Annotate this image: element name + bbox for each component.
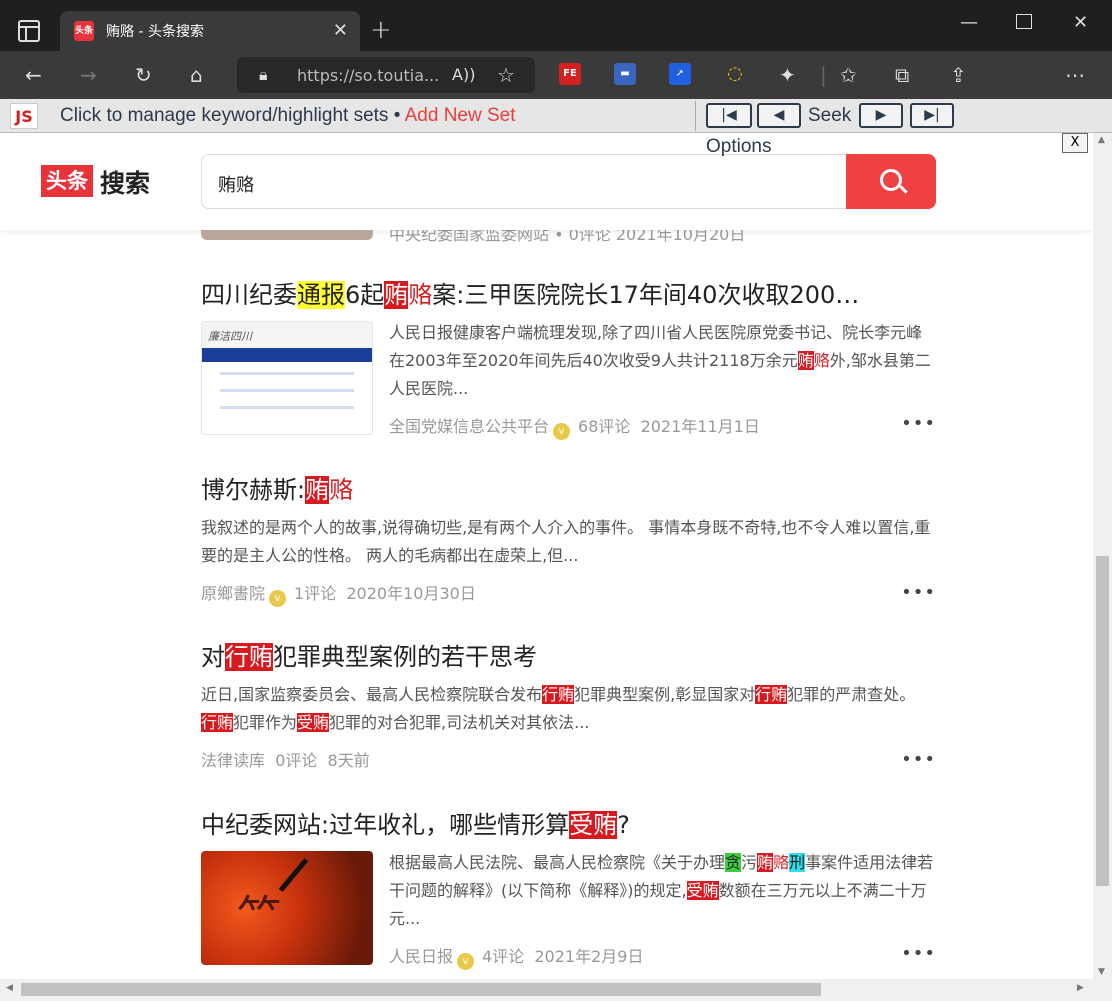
collections-icon[interactable]: ⧉ (895, 63, 909, 87)
scroll-thumb[interactable] (1096, 556, 1109, 886)
home-icon[interactable]: ⌂ (190, 63, 203, 87)
highlight-extension-bar: JS Click to manage keyword/highlight set… (0, 99, 1112, 133)
source-name[interactable]: 全国党媒信息公共平台 (389, 417, 549, 436)
address-bar[interactable]: 🔒︎ https://so.toutia... (237, 57, 535, 93)
seek-first-button[interactable]: |◀ (706, 103, 752, 128)
browser-toolbar: ← → ↻ ⌂ 🔒︎ https://so.toutia... A)) ☆ FE… (0, 51, 1112, 99)
manage-sets-label: Click to manage keyword/highlight sets • (60, 105, 405, 126)
result-meta: 法律读库 0评论 8天前 (201, 751, 370, 770)
menu-icon[interactable]: ⋯ (1065, 63, 1085, 87)
result-item[interactable]: 四川纪委通报6起贿赂案:三甲医院院长17年间40次收取200… 廉洁四川 人民日… (201, 279, 936, 440)
share-icon[interactable]: ⇪ (950, 63, 967, 87)
result-snippet: 我叙述的是两个人的故事,说得确切些,是有两个人介入的事件。 事情本身既不奇特,也… (201, 518, 931, 565)
favorite-add-icon[interactable]: ☆ (497, 63, 515, 87)
search-button[interactable] (846, 154, 936, 209)
options-link[interactable]: Options (706, 136, 771, 158)
result-item[interactable]: 博尔赫斯:贿赂 我叙述的是两个人的故事,说得确切些,是有两个人介入的事件。 事情… (201, 474, 936, 607)
source-name[interactable]: 原鄉書院 (201, 584, 265, 603)
logo-text: 搜索 (100, 169, 151, 198)
result-title[interactable]: 中纪委网站:过年收礼，哪些情形算受贿? (201, 809, 936, 841)
scroll-down-icon[interactable]: ▼ (1098, 967, 1105, 977)
toolbar-divider: | (820, 63, 827, 87)
minimize-icon[interactable]: — (960, 12, 978, 33)
result-meta: 全国党媒信息公共平台 v 68评论 2021年11月1日 (389, 413, 760, 440)
result-thumbnail[interactable]: 廉洁四川 (201, 321, 373, 435)
search-header: 头条 搜索 贿赂 (0, 133, 1093, 230)
seek-next-button[interactable]: ▶ (859, 103, 903, 128)
maximize-icon[interactable] (1016, 14, 1032, 29)
search-value: 贿赂 (218, 175, 254, 196)
source-name[interactable]: 人民日报 (389, 947, 453, 966)
result-snippet: 近日,国家监察委员会、最高人民检察院联合发布行贿犯罪典型案例,彰显国家对行贿犯罪… (201, 685, 916, 732)
result-snippet: 人民日报健康客户端梳理发现,除了四川省人民医院原党委书记、院长李元峰在2003年… (389, 323, 931, 398)
scroll-thumb[interactable] (21, 983, 821, 996)
back-icon[interactable]: ← (25, 63, 42, 87)
close-bar-button[interactable]: X (1062, 133, 1088, 153)
source-name[interactable]: 法律读库 (201, 751, 265, 770)
scroll-up-icon[interactable]: ▲ (1098, 135, 1105, 145)
more-icon[interactable]: ••• (901, 943, 936, 964)
result-item[interactable]: 中纪委网站:过年收礼，哪些情形算受贿? ⺮ 根据最高人民法院、最高人民检察院《关… (201, 809, 936, 970)
extension-icon[interactable]: ✦ (779, 63, 796, 87)
js-logo[interactable]: JS (10, 103, 38, 129)
seek-last-button[interactable]: ▶| (910, 103, 954, 128)
page-content: 头条 搜索 贿赂 中央纪委国家监委网站 • 0评论 2021年10月20日 四川… (0, 133, 1093, 979)
active-tab[interactable]: 头条 贿赂 - 头条搜索 ✕ (60, 11, 360, 51)
more-icon[interactable]: ••• (901, 413, 936, 434)
screen-extension-icon[interactable]: ▬ (614, 63, 636, 85)
result-title[interactable]: 博尔赫斯:贿赂 (201, 474, 936, 506)
arrow-extension-icon[interactable]: ➚ (669, 63, 691, 85)
search-input[interactable]: 贿赂 (201, 154, 936, 209)
url-text: https://so.toutia... (297, 66, 440, 85)
toutiao-logo[interactable]: 头条 (41, 165, 93, 197)
horizontal-scrollbar[interactable]: ◀ ▶ (0, 979, 1112, 1001)
close-icon[interactable]: ✕ (333, 20, 348, 41)
result-thumbnail[interactable]: ⺮ (201, 851, 373, 965)
tab-actions-icon[interactable] (18, 20, 40, 42)
more-icon[interactable]: ••• (901, 749, 936, 770)
scroll-left-icon[interactable]: ◀ (6, 983, 13, 993)
seek-label: Seek (808, 105, 852, 126)
add-new-set-link[interactable]: Add New Set (405, 105, 516, 126)
seek-prev-button[interactable]: ◀ (757, 103, 801, 128)
ring-extension-icon[interactable]: ◌ (724, 63, 746, 85)
lock-icon: 🔒︎ (259, 65, 268, 84)
scroll-right-icon[interactable]: ▶ (1077, 983, 1084, 993)
result-snippet: 根据最高人民法院、最高人民检察院《关于办理贪污贿赂刑事案件适用法律若干问题的解释… (389, 853, 934, 928)
verified-icon: v (553, 423, 571, 440)
result-item[interactable]: 对行贿犯罪典型案例的若干思考 近日,国家监察委员会、最高人民检察院联合发布行贿犯… (201, 641, 936, 771)
toutiao-favicon-icon: 头条 (74, 21, 94, 41)
manage-sets-link[interactable]: Click to manage keyword/highlight sets •… (60, 105, 516, 127)
forward-icon[interactable]: → (80, 63, 97, 87)
fe-extension-icon[interactable]: FE (559, 63, 581, 85)
vertical-scrollbar[interactable]: ▲ ▼ (1093, 133, 1112, 979)
read-aloud-icon[interactable]: A)) (452, 63, 475, 87)
result-title[interactable]: 对行贿犯罪典型案例的若干思考 (201, 641, 936, 673)
tab-title: 贿赂 - 头条搜索 (106, 24, 204, 40)
window-close-icon[interactable]: ✕ (1073, 12, 1088, 33)
result-meta: 人民日报 v 4评论 2021年2月9日 (389, 943, 643, 970)
refresh-icon[interactable]: ↻ (135, 63, 152, 87)
verified-icon: v (269, 590, 287, 607)
verified-icon: v (457, 953, 475, 970)
plus-icon[interactable]: + (370, 15, 392, 45)
favorites-icon[interactable]: ✩ (840, 63, 857, 87)
result-title[interactable]: 四川纪委通报6起贿赂案:三甲医院院长17年间40次收取200… (201, 279, 936, 311)
title-bar: 头条 贿赂 - 头条搜索 ✕ + — ✕ (0, 0, 1112, 51)
divider (695, 101, 696, 131)
result-meta: 原鄉書院 v 1评论 2020年10月30日 (201, 580, 936, 607)
more-icon[interactable]: ••• (901, 582, 936, 603)
